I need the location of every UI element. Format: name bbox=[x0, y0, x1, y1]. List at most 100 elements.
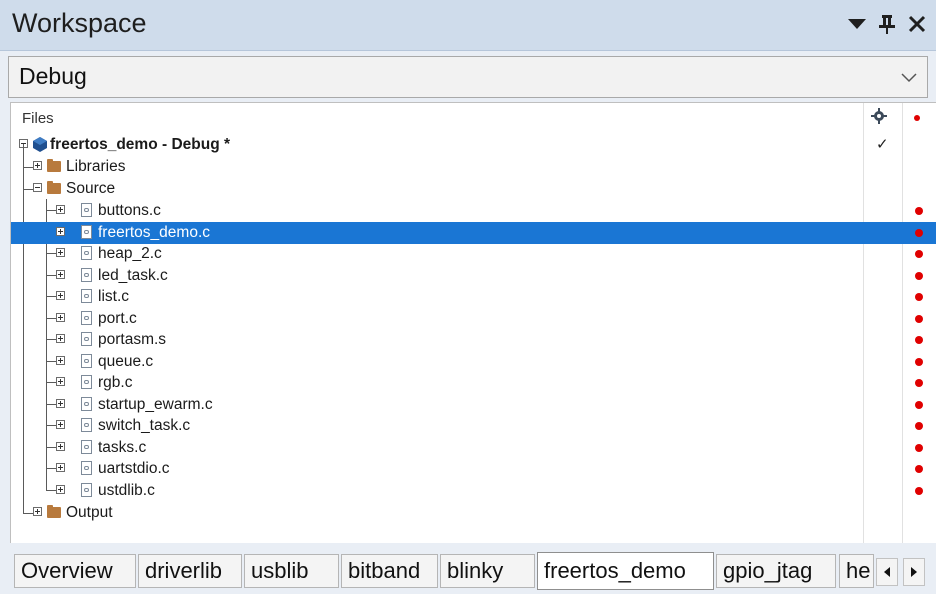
source-file-icon bbox=[81, 203, 92, 217]
expand-icon[interactable] bbox=[56, 270, 65, 279]
tree-row-file[interactable]: buttons.c bbox=[11, 200, 936, 222]
file-label: led_task.c bbox=[98, 267, 168, 284]
status-dot-icon bbox=[915, 358, 923, 366]
expand-icon[interactable] bbox=[33, 507, 42, 516]
folder-icon bbox=[47, 181, 61, 194]
file-tree-panel: Files freertos_demo - Debug * ✓ Librarie… bbox=[10, 102, 936, 543]
folder-label-output: Output bbox=[66, 504, 113, 521]
tree-row-source[interactable]: Source bbox=[11, 178, 936, 200]
close-icon[interactable] bbox=[904, 10, 930, 38]
tab-he[interactable]: he bbox=[839, 554, 874, 588]
file-label: startup_ewarm.c bbox=[98, 396, 213, 413]
expand-icon[interactable] bbox=[56, 291, 65, 300]
expand-icon[interactable] bbox=[33, 161, 42, 170]
file-label: buttons.c bbox=[98, 202, 161, 219]
tab-scroll-left-icon[interactable] bbox=[876, 558, 898, 586]
status-dot-icon bbox=[915, 272, 923, 280]
source-file-icon bbox=[81, 375, 92, 389]
file-label: queue.c bbox=[98, 353, 154, 370]
configuration-select[interactable]: Debug bbox=[8, 56, 928, 98]
expand-icon[interactable] bbox=[56, 463, 65, 472]
tab-gpio-jtag[interactable]: gpio_jtag bbox=[716, 554, 836, 588]
expand-icon[interactable] bbox=[56, 377, 65, 386]
project-label: freertos_demo - Debug * bbox=[50, 136, 231, 153]
tab-usblib[interactable]: usblib bbox=[244, 554, 339, 588]
tree-row-file[interactable]: queue.c bbox=[11, 351, 936, 373]
expand-icon[interactable] bbox=[56, 205, 65, 214]
expand-icon[interactable] bbox=[56, 442, 65, 451]
tab-scroll-right-icon[interactable] bbox=[903, 558, 925, 586]
file-label: heap_2.c bbox=[98, 245, 162, 262]
source-file-icon bbox=[81, 483, 92, 497]
gear-icon[interactable] bbox=[871, 108, 887, 129]
tree-row-libraries[interactable]: Libraries bbox=[11, 156, 936, 178]
source-file-icon bbox=[81, 332, 92, 346]
tree-row-project[interactable]: freertos_demo - Debug * ✓ bbox=[11, 134, 936, 156]
file-label: port.c bbox=[98, 310, 137, 327]
dropdown-arrow-icon[interactable] bbox=[844, 10, 870, 38]
status-dot-icon bbox=[915, 207, 923, 215]
tab-driverlib[interactable]: driverlib bbox=[138, 554, 242, 588]
chevron-down-icon bbox=[901, 70, 917, 88]
source-file-icon bbox=[81, 225, 92, 239]
workspace-window: Workspace Debug Files freertos_demo - De… bbox=[0, 0, 936, 594]
window-title: Workspace bbox=[12, 8, 147, 38]
source-file-icon bbox=[81, 354, 92, 368]
folder-label-libraries: Libraries bbox=[66, 158, 126, 175]
expand-icon[interactable] bbox=[56, 334, 65, 343]
source-file-icon bbox=[81, 418, 92, 432]
status-dot-icon bbox=[915, 422, 923, 430]
expand-icon[interactable] bbox=[56, 227, 65, 236]
tree-row-file[interactable]: freertos_demo.c bbox=[11, 222, 936, 244]
source-file-icon bbox=[81, 268, 92, 282]
tree-row-file[interactable]: startup_ewarm.c bbox=[11, 394, 936, 416]
status-dot-icon bbox=[915, 315, 923, 323]
file-label: switch_task.c bbox=[98, 417, 191, 434]
collapse-icon[interactable] bbox=[33, 183, 42, 192]
tree-row-output[interactable]: Output bbox=[11, 502, 936, 524]
window-controls bbox=[844, 10, 930, 38]
source-file-icon bbox=[81, 311, 92, 325]
expand-icon[interactable] bbox=[56, 248, 65, 257]
tree-row-file[interactable]: list.c bbox=[11, 286, 936, 308]
title-bar: Workspace bbox=[0, 0, 936, 51]
tree-row-file[interactable]: port.c bbox=[11, 308, 936, 330]
tab-bitband[interactable]: bitband bbox=[341, 554, 438, 588]
tab-freertos-demo[interactable]: freertos_demo bbox=[537, 552, 714, 590]
file-label: list.c bbox=[98, 288, 129, 305]
tree-row-file[interactable]: heap_2.c bbox=[11, 243, 936, 265]
file-label: freertos_demo.c bbox=[98, 224, 210, 241]
tree-row-file[interactable]: uartstdio.c bbox=[11, 458, 936, 480]
expand-icon[interactable] bbox=[56, 356, 65, 365]
source-file-icon bbox=[81, 397, 92, 411]
expand-icon[interactable] bbox=[56, 313, 65, 322]
status-dot-icon bbox=[915, 336, 923, 344]
tree-row-file[interactable]: ustdlib.c bbox=[11, 480, 936, 502]
status-dot-icon bbox=[915, 487, 923, 495]
folder-icon bbox=[47, 505, 61, 518]
folder-label-source: Source bbox=[66, 180, 116, 197]
tab-Overview[interactable]: Overview bbox=[14, 554, 136, 588]
tree-row-file[interactable]: led_task.c bbox=[11, 265, 936, 287]
expand-icon[interactable] bbox=[56, 420, 65, 429]
tree-row-file[interactable]: tasks.c bbox=[11, 437, 936, 459]
build-checkmark-icon[interactable]: ✓ bbox=[876, 135, 889, 153]
tab-blinky[interactable]: blinky bbox=[440, 554, 535, 588]
folder-icon bbox=[47, 159, 61, 172]
file-label: rgb.c bbox=[98, 374, 133, 391]
source-file-icon bbox=[81, 246, 92, 260]
status-dot-icon bbox=[915, 229, 923, 237]
file-label: uartstdio.c bbox=[98, 460, 170, 477]
workspace-tab-strip: he gpio_jtag freertos_demo blinky bitband usb… bbox=[10, 546, 936, 594]
pin-icon[interactable] bbox=[874, 10, 900, 38]
tree-row-file[interactable]: rgb.c bbox=[11, 372, 936, 394]
tree-header: Files bbox=[11, 103, 936, 133]
tree-row-file[interactable]: switch_task.c bbox=[11, 415, 936, 437]
status-column-dot-icon bbox=[914, 115, 920, 121]
status-dot-icon bbox=[915, 250, 923, 258]
status-dot-icon bbox=[915, 465, 923, 473]
files-column-header[interactable]: Files bbox=[22, 110, 54, 127]
expand-icon[interactable] bbox=[56, 399, 65, 408]
tree-row-file[interactable]: portasm.s bbox=[11, 329, 936, 351]
expand-icon[interactable] bbox=[56, 485, 65, 494]
